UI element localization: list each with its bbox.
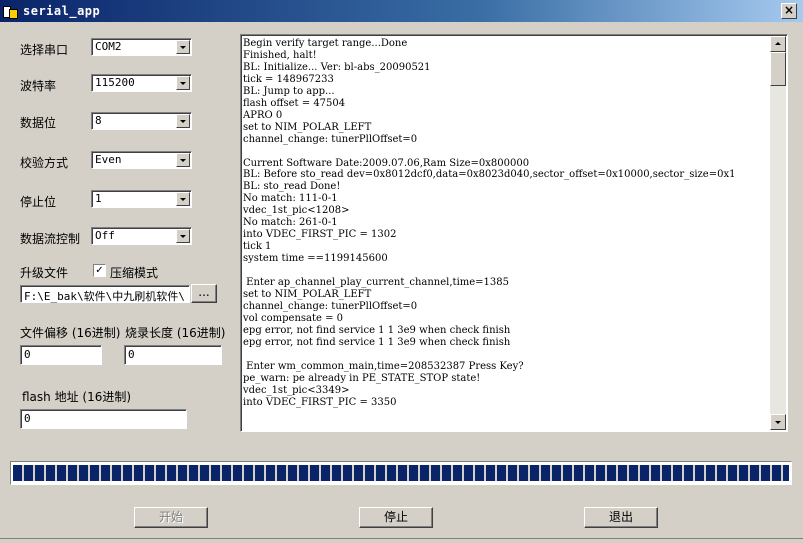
scroll-down-arrow-icon[interactable] xyxy=(770,414,786,430)
log-line: BL: Initialize... Ver: bl-abs_20090521 xyxy=(243,61,431,73)
chevron-down-icon[interactable] xyxy=(176,114,190,128)
log-line: Finished, halt! xyxy=(243,49,317,61)
window-title: serial_app xyxy=(23,4,101,18)
chevron-down-icon[interactable] xyxy=(176,192,190,206)
log-line: channel_change: tunerPllOffset=0 xyxy=(243,133,418,145)
port-select[interactable]: COM2 xyxy=(91,38,192,56)
port-label: 选择串口 xyxy=(20,43,69,57)
log-line: Begin verify target range...Done xyxy=(243,38,408,49)
log-line: set to NIM_POLAR_LEFT xyxy=(243,121,372,133)
file-path-value: F:\E_bak\软件\中九刷机软件\ xyxy=(24,290,185,303)
scroll-up-arrow-icon[interactable] xyxy=(770,36,786,52)
start-button[interactable]: 开始 xyxy=(134,507,208,528)
stopbits-label: 停止位 xyxy=(20,195,57,209)
log-line: pe_warn: pe already in PE_STATE_STOP sta… xyxy=(243,372,481,384)
chevron-down-icon[interactable] xyxy=(176,40,190,54)
log-line: No match: 261-0-1 xyxy=(243,217,338,229)
file-offset-label: 文件偏移 (16进制) xyxy=(20,326,121,340)
baud-value: 115200 xyxy=(95,76,135,89)
log-text: Begin verify target range...Done Finished… xyxy=(243,38,770,428)
log-line: flash offset = 47504 xyxy=(243,97,346,109)
flowcontrol-value: Off xyxy=(95,229,115,242)
databits-select[interactable]: 8 xyxy=(91,112,192,130)
parity-select[interactable]: Even xyxy=(91,151,192,169)
log-line: BL: Before sto_read dev=0x8012dcf0,data=… xyxy=(243,169,736,181)
parity-label: 校验方式 xyxy=(20,156,69,170)
chevron-down-icon[interactable] xyxy=(176,76,190,90)
log-line: tick = 148967233 xyxy=(243,73,334,85)
compress-checkbox[interactable]: ✓ xyxy=(93,264,106,277)
flowcontrol-select[interactable]: Off xyxy=(91,227,192,245)
flowcontrol-label: 数据流控制 xyxy=(20,232,81,246)
log-line: into VDEC_FIRST_PIC = 1302 xyxy=(243,229,397,241)
close-button[interactable]: × xyxy=(781,3,797,19)
burn-length-value: 0 xyxy=(128,348,135,361)
burn-length-field[interactable]: 0 xyxy=(124,345,222,365)
log-line: BL: Jump to app... xyxy=(243,85,335,97)
stop-button[interactable]: 停止 xyxy=(359,507,433,528)
compress-label: 压缩模式 xyxy=(110,266,159,280)
databits-label: 数据位 xyxy=(20,116,57,130)
file-path-field[interactable]: F:\E_bak\软件\中九刷机软件\ xyxy=(20,285,190,303)
log-line: vol compensate = 0 xyxy=(243,312,344,324)
stopbits-value: 1 xyxy=(95,192,102,205)
log-line: into VDEC_FIRST_PIC = 3350 xyxy=(243,396,397,408)
flash-addr-label: flash 地址 (16进制) xyxy=(22,390,132,404)
burn-length-label: 烧录长度 (16进制) xyxy=(125,326,226,340)
port-value: COM2 xyxy=(95,40,122,53)
browse-button[interactable]: ... xyxy=(191,284,217,303)
exit-button[interactable]: 退出 xyxy=(584,507,658,528)
log-line: No match: 111-0-1 xyxy=(243,193,338,205)
log-output[interactable]: Begin verify target range...Done Finished… xyxy=(240,34,788,432)
file-offset-value: 0 xyxy=(24,348,31,361)
flash-addr-field[interactable]: 0 xyxy=(20,409,187,429)
upgrade-file-label: 升级文件 xyxy=(20,266,69,280)
log-line: BL: sto_read Done! xyxy=(243,181,341,193)
log-line: APRO 0 xyxy=(243,109,283,121)
stopbits-select[interactable]: 1 xyxy=(91,190,192,208)
progress-bar xyxy=(10,461,792,485)
baud-label: 波特率 xyxy=(20,79,57,93)
log-line: epg error, not find service 1 1 3e9 when… xyxy=(243,336,511,348)
log-line: channel_change: tunerPllOffset=0 xyxy=(243,300,418,312)
log-line: tick 1 xyxy=(243,241,272,253)
log-line: Enter wm_common_main,time=208532387 Pres… xyxy=(243,360,524,372)
serial-app-icon xyxy=(2,3,18,19)
parity-value: Even xyxy=(95,153,122,166)
log-line: vdec_1st_pic<3349> xyxy=(243,384,350,396)
log-line: Current Software Date:2009.07.06,Ram Siz… xyxy=(243,157,530,169)
log-line: epg error, not find service 1 1 3e9 when… xyxy=(243,324,511,336)
scroll-thumb[interactable] xyxy=(770,52,786,86)
log-line: Enter ap_channel_play_current_channel,ti… xyxy=(243,277,509,289)
file-offset-field[interactable]: 0 xyxy=(20,345,102,365)
log-line: vdec_1st_pic<1208> xyxy=(243,205,350,217)
progress-fill xyxy=(13,465,789,481)
log-line: set to NIM_POLAR_LEFT xyxy=(243,289,372,301)
databits-value: 8 xyxy=(95,114,102,127)
taskbar-edge xyxy=(0,538,803,543)
log-line: system time ==1199145600 xyxy=(243,253,388,265)
baud-select[interactable]: 115200 xyxy=(91,74,192,92)
flash-addr-value: 0 xyxy=(24,412,31,425)
log-scrollbar[interactable] xyxy=(770,36,786,430)
title-bar: serial_app × xyxy=(0,0,803,22)
chevron-down-icon[interactable] xyxy=(176,229,190,243)
chevron-down-icon[interactable] xyxy=(176,153,190,167)
